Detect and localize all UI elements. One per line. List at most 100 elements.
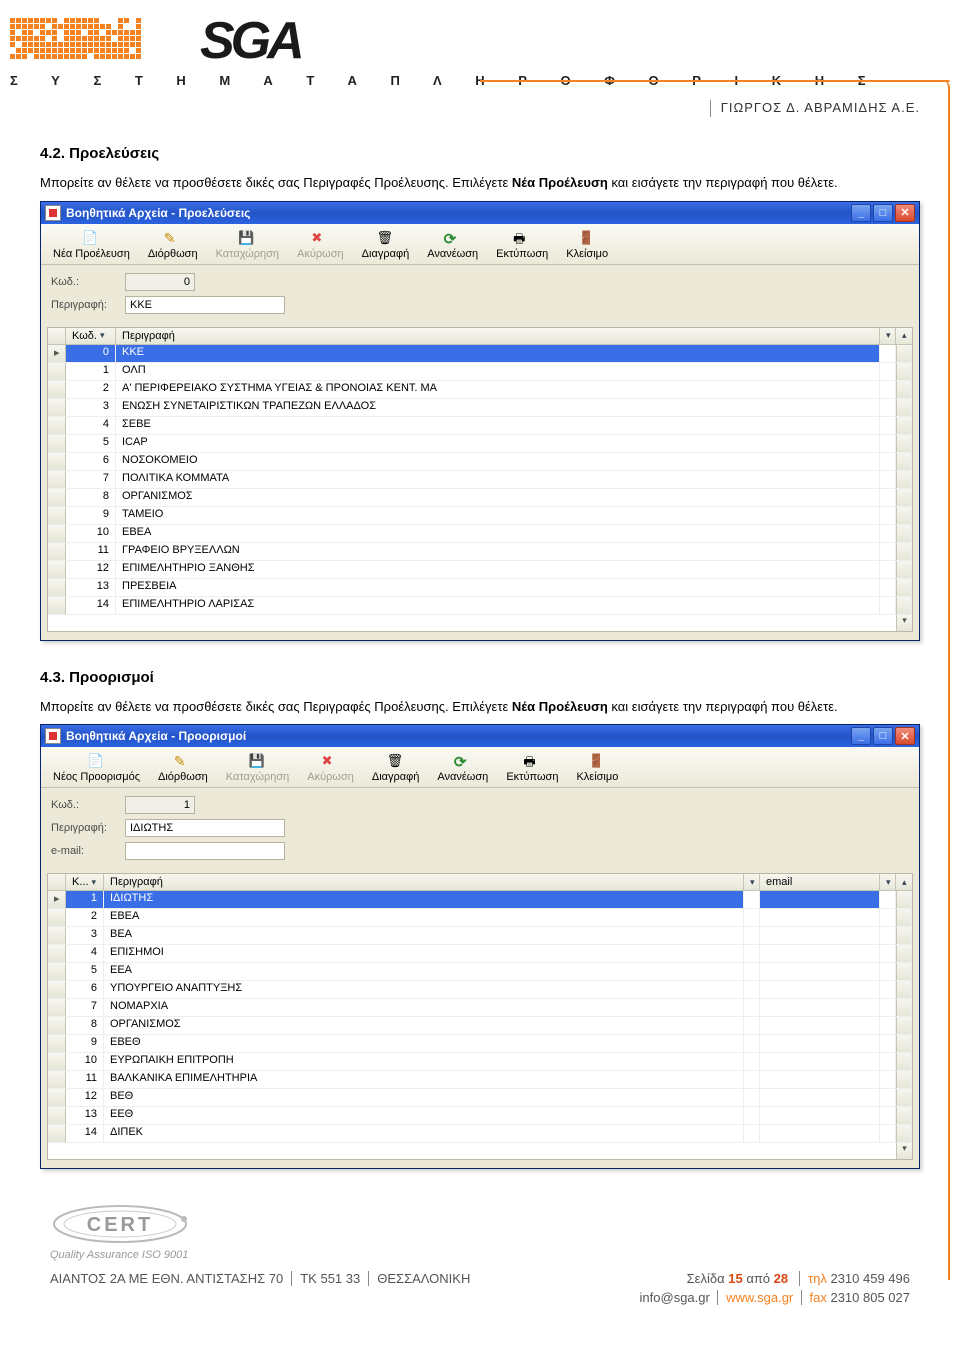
table-row[interactable]: 9ΤΑΜΕΙΟ	[48, 507, 912, 525]
table-row[interactable]: ▸1ΙΔΙΩΤΗΣ	[48, 891, 912, 909]
toolbar-εκτύπωση[interactable]: Εκτύπωση	[490, 228, 554, 262]
table-row[interactable]: 6ΝΟΣΟΚΟΜΕΙΟ	[48, 453, 912, 471]
table-row[interactable]: 6ΥΠΟΥΡΓΕΙΟ ΑΝΑΠΤΥΞΗΣ	[48, 981, 912, 999]
kod-input[interactable]	[125, 273, 195, 291]
minimize-button[interactable]: _	[851, 204, 871, 222]
scrollbar-track[interactable]	[896, 999, 912, 1016]
minimize-button[interactable]: _	[851, 727, 871, 745]
col-desc[interactable]: Περιγραφή	[116, 328, 880, 344]
table-row[interactable]: 1ΟΛΠ	[48, 363, 912, 381]
kod-input[interactable]	[125, 796, 195, 814]
scrollbar-track[interactable]	[896, 525, 912, 542]
table-row[interactable]: 13ΕΕΘ	[48, 1107, 912, 1125]
scrollbar-track[interactable]	[896, 1035, 912, 1052]
scrollbar-track[interactable]	[896, 927, 912, 944]
table-row[interactable]: 2ΕΒΕΑ	[48, 909, 912, 927]
close-button[interactable]: ✕	[895, 727, 915, 745]
toolbar-κλείσιμο[interactable]: Κλείσιμο	[570, 751, 624, 785]
scrollbar-track[interactable]	[896, 543, 912, 560]
desc-input[interactable]	[125, 819, 285, 837]
col-email[interactable]: email	[760, 874, 880, 890]
table-row[interactable]: 12ΒΕΘ	[48, 1089, 912, 1107]
table-row[interactable]: 10ΕΥΡΩΠΑΙΚΗ ΕΠΙΤΡΟΠΗ	[48, 1053, 912, 1071]
toolbar-κλείσιμο[interactable]: Κλείσιμο	[560, 228, 614, 262]
scrollbar-track[interactable]	[896, 1107, 912, 1124]
table-row[interactable]: 12ΕΠΙΜΕΛΗΤΗΡΙΟ ΞΑΝΘΗΣ	[48, 561, 912, 579]
table-row[interactable]: ▸0ΚΚΕ	[48, 345, 912, 363]
table-row[interactable]: 3ΒΕΑ	[48, 927, 912, 945]
toolbar-ανανέωση[interactable]: Ανανέωση	[421, 228, 484, 262]
scrollbar-track[interactable]	[896, 1089, 912, 1106]
table-row[interactable]: 11ΓΡΑΦΕΙΟ ΒΡΥΞΕΛΛΩΝ	[48, 543, 912, 561]
scrollbar-track[interactable]	[896, 963, 912, 980]
desc-input[interactable]	[125, 296, 285, 314]
scrollbar-track[interactable]	[896, 453, 912, 470]
maximize-button[interactable]: □	[873, 727, 893, 745]
scroll-down[interactable]: ▾	[896, 1143, 912, 1159]
data-grid[interactable]: Κωδ.▾ Περιγραφή ▾ ▴ ▸0ΚΚΕ1ΟΛΠ2Α' ΠΕΡΙΦΕΡ…	[47, 327, 913, 632]
table-row[interactable]: 8ΟΡΓΑΝΙΣΜΟΣ	[48, 1017, 912, 1035]
table-row[interactable]: 4ΕΠΙΣΗΜΟΙ	[48, 945, 912, 963]
toolbar-διαγραφή[interactable]: Διαγραφή	[356, 228, 416, 262]
table-row[interactable]: 14ΕΠΙΜΕΛΗΤΗΡΙΟ ΛΑΡΙΣΑΣ	[48, 597, 912, 615]
scrollbar-track[interactable]	[896, 471, 912, 488]
scrollbar-track[interactable]	[896, 345, 912, 362]
cell-desc: ΒΕΑ	[104, 927, 744, 944]
col-email-filter[interactable]: ▾	[880, 874, 896, 890]
scrollbar-track[interactable]	[896, 981, 912, 998]
close-button[interactable]: ✕	[895, 204, 915, 222]
data-grid[interactable]: Κ...▾ Περιγραφή ▾ email ▾ ▴ ▸1ΙΔΙΩΤΗΣ2ΕΒ…	[47, 873, 913, 1160]
col-desc[interactable]: Περιγραφή	[104, 874, 744, 890]
table-row[interactable]: 5ICAP	[48, 435, 912, 453]
scrollbar-track[interactable]	[896, 891, 912, 908]
scrollbar-track[interactable]	[896, 417, 912, 434]
scrollbar-track[interactable]	[896, 1125, 912, 1142]
titlebar[interactable]: Βοηθητικά Αρχεία - Προορισμοί _ □ ✕	[41, 725, 919, 747]
scrollbar-track[interactable]	[896, 1071, 912, 1088]
scroll-down[interactable]: ▾	[896, 615, 912, 631]
scroll-up[interactable]: ▴	[896, 874, 912, 890]
cert-subtitle: Quality Assurance ISO 9001	[50, 1249, 200, 1261]
table-row[interactable]: 2Α' ΠΕΡΙΦΕΡΕΙΑΚΟ ΣΥΣΤΗΜΑ ΥΓΕΙΑΣ & ΠΡΟΝΟΙ…	[48, 381, 912, 399]
scrollbar-track[interactable]	[896, 507, 912, 524]
table-row[interactable]: 11ΒΑΛΚΑΝΙΚΑ ΕΠΙΜΕΛΗΤΗΡΙΑ	[48, 1071, 912, 1089]
scrollbar-track[interactable]	[896, 363, 912, 380]
scroll-up[interactable]: ▴	[896, 328, 912, 344]
col-desc-filter[interactable]: ▾	[744, 874, 760, 890]
scrollbar-track[interactable]	[896, 489, 912, 506]
table-row[interactable]: 14ΔΙΠΕΚ	[48, 1125, 912, 1143]
scrollbar-track[interactable]	[896, 909, 912, 926]
scrollbar-track[interactable]	[896, 945, 912, 962]
scrollbar-track[interactable]	[896, 597, 912, 614]
table-row[interactable]: 9ΕΒΕΘ	[48, 1035, 912, 1053]
toolbar-διόρθωση[interactable]: Διόρθωση	[152, 751, 214, 785]
scrollbar-track[interactable]	[896, 435, 912, 452]
table-row[interactable]: 3ΕΝΩΣΗ ΣΥΝΕΤΑΙΡΙΣΤΙΚΩΝ ΤΡΑΠΕΖΩΝ ΕΛΛΑΔΟΣ	[48, 399, 912, 417]
table-row[interactable]: 7ΝΟΜΑΡΧΙΑ	[48, 999, 912, 1017]
scrollbar-track[interactable]	[896, 381, 912, 398]
col-filter[interactable]: ▾	[880, 328, 896, 344]
toolbar-νέα-προέλευση[interactable]: Νέα Προέλευση	[47, 228, 136, 262]
table-row[interactable]: 8ΟΡΓΑΝΙΣΜΟΣ	[48, 489, 912, 507]
toolbar-εκτύπωση[interactable]: Εκτύπωση	[500, 751, 564, 785]
toolbar-ανανέωση[interactable]: Ανανέωση	[431, 751, 494, 785]
toolbar-νέος-προορισμός[interactable]: Νέος Προορισμός	[47, 751, 146, 785]
scrollbar-track[interactable]	[896, 399, 912, 416]
table-row[interactable]: 7ΠΟΛΙΤΙΚΑ ΚΟΜΜΑΤΑ	[48, 471, 912, 489]
toolbar-διόρθωση[interactable]: Διόρθωση	[142, 228, 204, 262]
toolbar-διαγραφή[interactable]: Διαγραφή	[366, 751, 426, 785]
col-kod[interactable]: Κ...▾	[66, 874, 104, 890]
scrollbar-track[interactable]	[896, 579, 912, 596]
table-row[interactable]: 10ΕΒΕΑ	[48, 525, 912, 543]
table-row[interactable]: 5ΕΕΑ	[48, 963, 912, 981]
email-input[interactable]	[125, 842, 285, 860]
table-row[interactable]: 13ΠΡΕΣΒΕΙΑ	[48, 579, 912, 597]
scrollbar-track[interactable]	[896, 1053, 912, 1070]
table-row[interactable]: 4ΣΕΒΕ	[48, 417, 912, 435]
titlebar[interactable]: Βοηθητικά Αρχεία - Προελεύσεις _ □ ✕	[41, 202, 919, 224]
maximize-button[interactable]: □	[873, 204, 893, 222]
scrollbar-track[interactable]	[896, 1017, 912, 1034]
cell-desc: ΟΛΠ	[116, 363, 880, 380]
scrollbar-track[interactable]	[896, 561, 912, 578]
col-kod[interactable]: Κωδ.▾	[66, 328, 116, 344]
